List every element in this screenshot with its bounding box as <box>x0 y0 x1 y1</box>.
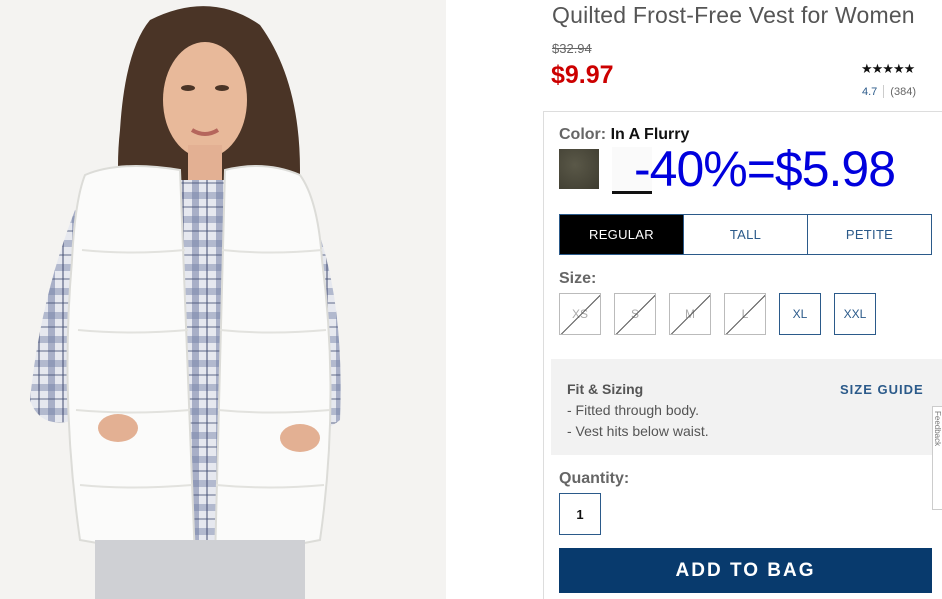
unavailable-strike <box>725 294 765 334</box>
feedback-label: Feedback <box>933 411 942 447</box>
rating-summary[interactable]: 4.7 (384) <box>862 85 916 98</box>
product-image <box>0 0 446 599</box>
size-option-m: M <box>669 293 711 335</box>
fit-sizing-title: Fit & Sizing <box>567 381 644 397</box>
list-item: - Fitted through body. <box>567 402 700 418</box>
tab-petite[interactable]: PETITE <box>807 215 931 254</box>
discount-annotation: -40%=$5.98 <box>634 141 896 197</box>
size-option-s: S <box>614 293 656 335</box>
color-swatch-olive[interactable] <box>559 149 599 189</box>
rating-divider <box>883 85 885 98</box>
sale-price: $9.97 <box>551 61 614 89</box>
quantity-label: Quantity: <box>559 470 630 487</box>
product-title: Quilted Frost-Free Vest for Women <box>552 2 915 28</box>
size-label: Size: <box>559 270 597 287</box>
quantity-input[interactable] <box>559 493 601 535</box>
fit-type-tabs: REGULAR TALL PETITE <box>559 214 932 255</box>
original-price: $32.94 <box>552 41 592 56</box>
tab-regular[interactable]: REGULAR <box>560 215 683 254</box>
list-item: - Vest hits below waist. <box>567 423 709 439</box>
size-option-label: XL <box>792 307 808 321</box>
unavailable-strike <box>670 294 710 334</box>
size-option-xs: XS <box>559 293 601 335</box>
review-count[interactable]: (384) <box>890 86 916 98</box>
size-option-label: XXL <box>843 307 867 321</box>
size-options: XS S M L XL XXL <box>559 293 876 335</box>
size-guide-link[interactable]: SIZE GUIDE <box>840 382 924 397</box>
feedback-tab[interactable]: Feedback <box>932 406 942 510</box>
tab-tall[interactable]: TALL <box>683 215 807 254</box>
add-to-bag-button[interactable]: ADD TO BAG <box>559 548 932 593</box>
size-option-l: L <box>724 293 766 335</box>
color-label-text: Color: <box>559 126 607 143</box>
size-option-xl[interactable]: XL <box>779 293 821 335</box>
size-option-xxl[interactable]: XXL <box>834 293 876 335</box>
rating-value: 4.7 <box>862 85 878 98</box>
model-photo <box>0 0 446 599</box>
unavailable-strike <box>560 294 600 334</box>
fit-sizing-list: - Fitted through body. - Vest hits below… <box>567 402 709 444</box>
unavailable-strike <box>615 294 655 334</box>
rating-stars[interactable]: ★★★★★ <box>861 61 915 77</box>
